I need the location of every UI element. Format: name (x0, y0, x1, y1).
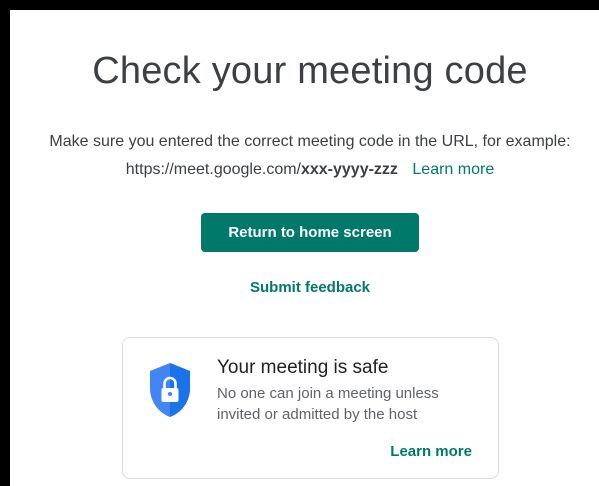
description-line2: https://meet.google.com/xxx-yyyy-zzz Lea… (10, 156, 599, 184)
learn-more-link[interactable]: Learn more (412, 161, 494, 178)
shield-lock-icon (150, 363, 190, 417)
card-title: Your meeting is safe (217, 357, 389, 378)
example-url-code: xxx-yyyy-zzz (300, 161, 398, 178)
card-body: No one can join a meeting unless invited… (217, 385, 439, 423)
example-url-prefix: https://meet.google.com/ (125, 161, 301, 178)
meeting-safe-card: Your meeting is safe No one can join a m… (122, 337, 499, 479)
description: Make sure you entered the correct meetin… (10, 128, 599, 184)
card-learn-more-link[interactable]: Learn more (390, 443, 472, 460)
description-line1: Make sure you entered the correct meetin… (49, 133, 571, 150)
submit-feedback-link[interactable]: Submit feedback (10, 279, 599, 296)
return-home-button[interactable]: Return to home screen (201, 213, 419, 252)
page-title: Check your meeting code (92, 50, 528, 92)
meeting-code-error-page: Check your meeting code Make sure you en… (10, 10, 599, 486)
